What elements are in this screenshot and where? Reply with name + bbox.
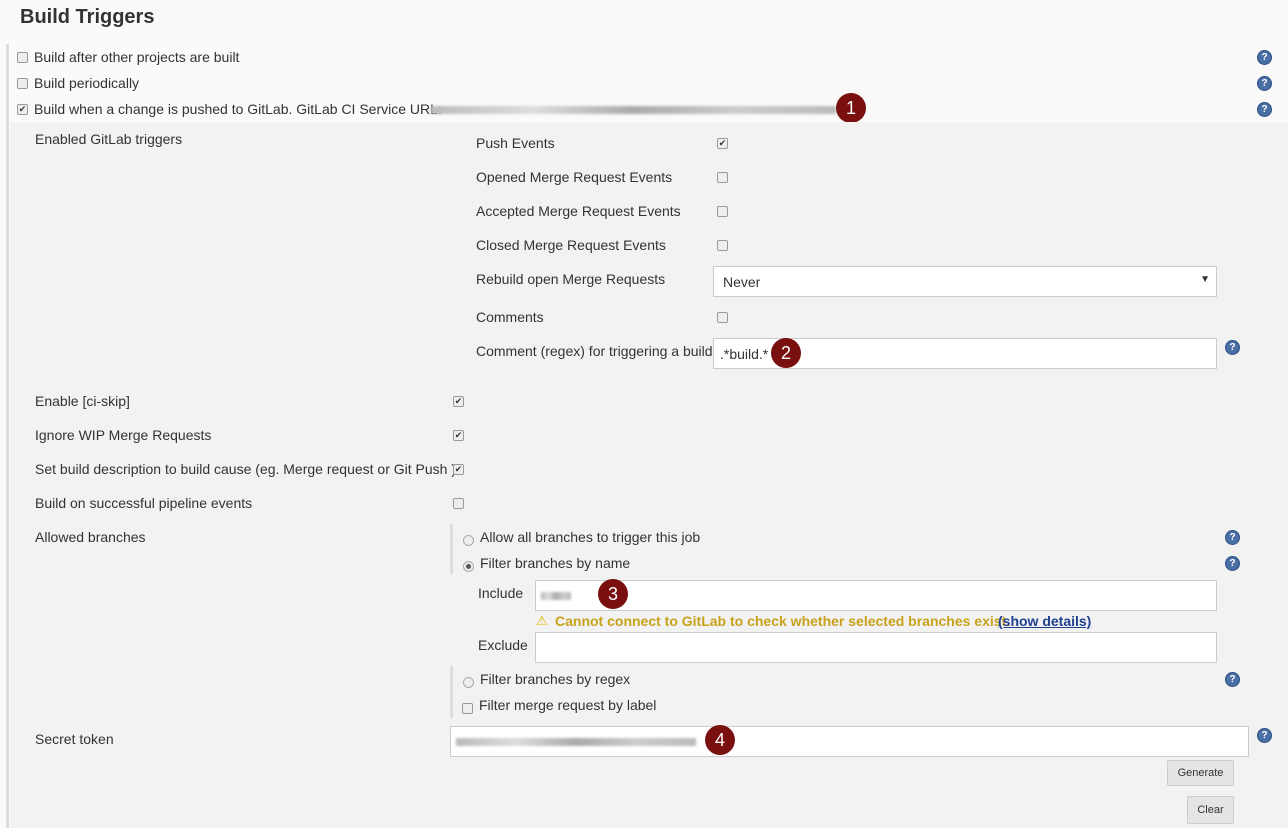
secret-token-label: Secret token (35, 731, 114, 747)
page-title: Build Triggers (20, 6, 155, 28)
build-after-label: Build after other projects are built (34, 49, 240, 65)
allow-all-label: Allow all branches to trigger this job (480, 529, 701, 545)
help-icon[interactable]: ? (1225, 340, 1240, 355)
gitlab-push-checkbox[interactable]: ✔ (17, 104, 28, 115)
opened-mr-label: Opened Merge Request Events (476, 169, 673, 185)
clear-button[interactable]: Clear (1187, 796, 1234, 824)
allowed-branches-label: Allowed branches (35, 529, 146, 545)
build-after-checkbox[interactable] (17, 52, 28, 63)
branch-options-bar (450, 666, 453, 718)
filter-label-label: Filter merge request by label (479, 697, 657, 713)
warning-icon: ⚠ (536, 613, 548, 628)
badge-1: 1 (836, 93, 866, 123)
allow-all-radio[interactable] (463, 535, 474, 546)
pipeline-checkbox[interactable] (453, 498, 464, 509)
comments-checkbox[interactable] (717, 312, 728, 323)
rebuild-value: Never (723, 274, 761, 290)
comments-label: Comments (476, 309, 544, 325)
enabled-triggers-label: Enabled GitLab triggers (35, 131, 183, 147)
exclude-label: Exclude (478, 637, 528, 653)
secret-token-blurred (456, 738, 696, 746)
filter-regex-radio[interactable] (463, 677, 474, 688)
dropdown-arrow-icon: ▼ (1200, 274, 1210, 285)
build-periodically-label: Build periodically (34, 75, 140, 91)
include-value-blurred (541, 592, 571, 600)
include-label: Include (478, 585, 524, 601)
rebuild-label: Rebuild open Merge Requests (476, 271, 666, 287)
service-url-blurred (431, 106, 836, 114)
help-icon[interactable]: ? (1257, 728, 1272, 743)
accepted-mr-label: Accepted Merge Request Events (476, 203, 681, 219)
set-desc-label: Set build description to build cause (eg… (35, 461, 456, 477)
closed-mr-checkbox[interactable] (717, 240, 728, 251)
rebuild-select[interactable]: Never ▼ (713, 266, 1217, 297)
exclude-input[interactable] (535, 632, 1217, 663)
help-icon[interactable]: ? (1257, 102, 1272, 117)
set-desc-checkbox[interactable]: ✔ (453, 464, 464, 475)
push-events-checkbox[interactable]: ✔ (717, 138, 728, 149)
filter-label-checkbox[interactable] (462, 703, 473, 714)
include-input[interactable] (535, 580, 1217, 611)
show-details-link[interactable]: (show details) (998, 613, 1091, 629)
filter-name-label: Filter branches by name (480, 555, 631, 571)
ci-skip-label: Enable [ci-skip] (35, 393, 130, 409)
help-icon[interactable]: ? (1257, 50, 1272, 65)
ignore-wip-checkbox[interactable]: ✔ (453, 430, 464, 441)
badge-3: 3 (598, 579, 628, 609)
comment-regex-value: .*build.* (720, 346, 769, 362)
section-bar (6, 44, 9, 828)
pipeline-label: Build on successful pipeline events (35, 495, 253, 511)
accepted-mr-checkbox[interactable] (717, 206, 728, 217)
ignore-wip-label: Ignore WIP Merge Requests (35, 427, 212, 443)
help-icon[interactable]: ? (1225, 530, 1240, 545)
opened-mr-checkbox[interactable] (717, 172, 728, 183)
push-events-label: Push Events (476, 135, 555, 151)
help-icon[interactable]: ? (1225, 672, 1240, 687)
gitlab-push-label: Build when a change is pushed to GitLab.… (34, 101, 442, 117)
closed-mr-label: Closed Merge Request Events (476, 237, 666, 253)
branch-options-bar (450, 524, 453, 574)
generate-button[interactable]: Generate (1167, 760, 1234, 786)
warning-message: Cannot connect to GitLab to check whethe… (555, 613, 1011, 629)
badge-4: 4 (705, 725, 735, 755)
ci-skip-checkbox[interactable]: ✔ (453, 396, 464, 407)
badge-2: 2 (771, 338, 801, 368)
help-icon[interactable]: ? (1225, 556, 1240, 571)
filter-name-radio[interactable] (463, 561, 474, 572)
help-icon[interactable]: ? (1257, 76, 1272, 91)
filter-regex-label: Filter branches by regex (480, 671, 631, 687)
comment-regex-label: Comment (regex) for triggering a build (476, 343, 713, 359)
build-periodically-checkbox[interactable] (17, 78, 28, 89)
